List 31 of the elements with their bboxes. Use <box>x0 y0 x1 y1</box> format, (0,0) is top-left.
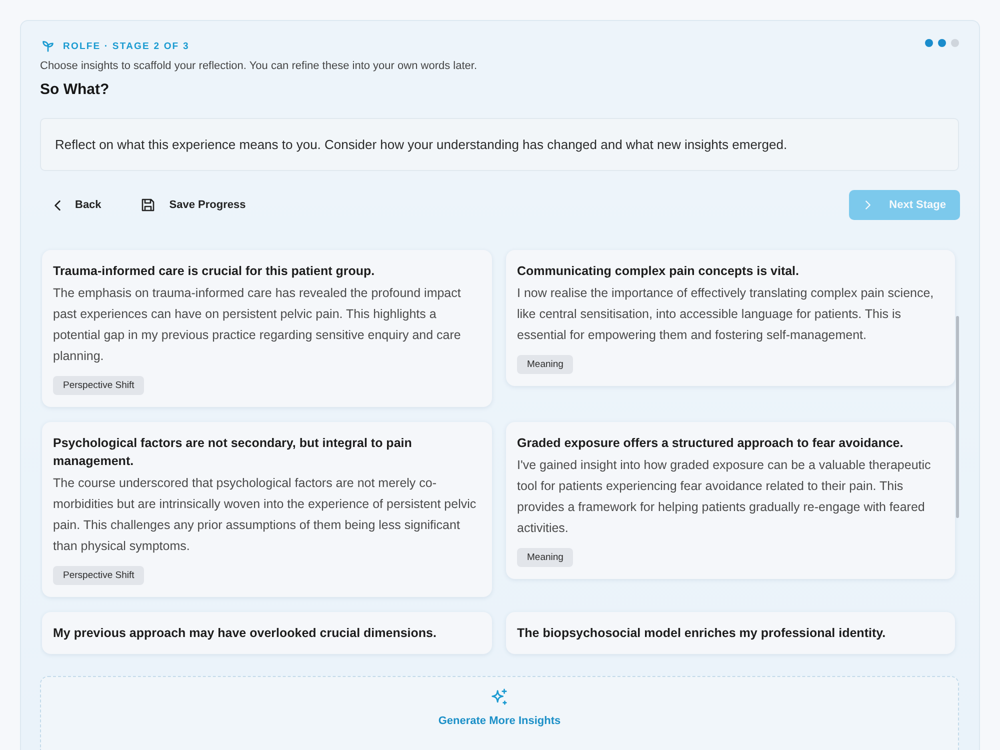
stage-title: So What? <box>40 81 110 98</box>
insight-card[interactable] <box>506 250 955 386</box>
chevron-right-icon <box>865 200 872 210</box>
insight-title: Psychological factors are not secondary, but integral to pain management. <box>53 435 413 470</box>
insight-text: The emphasis on trauma-informed care has revealed the profound impact past experiences can have on persistent pelvic pain. This highlights a potential gap in my previous practice regarding sensitive enquiry and care planning. <box>53 285 462 365</box>
insight-title: The biopsychosocial model enriches my professional identity. <box>517 625 886 642</box>
save-progress-button[interactable]: Save Progress <box>127 190 260 220</box>
prompt-text: Reflect on what this experience means to you. Consider how your understanding has changed and what new insights emerged. <box>55 137 788 152</box>
scrollbar-thumb[interactable] <box>956 316 959 518</box>
insight-card[interactable] <box>42 422 492 597</box>
category-tag: Meaning <box>517 355 574 374</box>
insight-title: Communicating complex pain concepts is vital. <box>517 263 800 280</box>
save-icon <box>141 198 156 212</box>
category-tag: Perspective Shift <box>53 376 144 395</box>
sparkle-icon <box>490 688 509 707</box>
insight-text: I've gained insight into how graded exposure can be a valuable therapeutic tool for patients experiencing fear avoidance related to their pain. This provides a framework for helping patients gradually re-engage with feared activities. <box>517 457 932 537</box>
insight-title: Graded exposure offers a structured approach to fear avoidance. <box>517 435 904 452</box>
chevron-left-icon <box>54 200 61 210</box>
stage-label: ROLFE · STAGE 2 OF 3 <box>63 40 190 52</box>
category-tag: Meaning <box>517 548 574 567</box>
insight-title: Trauma-informed care is crucial for this patient group. <box>53 263 375 280</box>
category-tag: Perspective Shift <box>53 566 144 585</box>
insight-card[interactable]: My previous approach may have overlooked crucial dimensions. <box>42 612 492 654</box>
insight-card[interactable]: The biopsychosocial model enriches my professional identity. <box>506 612 955 654</box>
insight-text: I now realise the importance of effectively translating complex pain science, like central sensitisation, into accessible language for patients. This is essential for empowering them and fostering self-management. <box>517 285 935 344</box>
insight-card[interactable] <box>506 422 955 579</box>
instructions-text: Choose insights to scaffold your reflection. You can refine these into your own words later. <box>40 60 477 72</box>
insight-text: The course underscored that psychological factors are not merely co-morbidities but are intrinsically woven into the experience of persistent pelvic pain. This challenges any prior assumptions of them being less significant than physical symptoms. <box>53 475 478 555</box>
insight-title: My previous approach may have overlooked crucial dimensions. <box>53 625 436 642</box>
back-button[interactable]: Back <box>40 190 116 220</box>
sprout-icon <box>42 40 54 52</box>
